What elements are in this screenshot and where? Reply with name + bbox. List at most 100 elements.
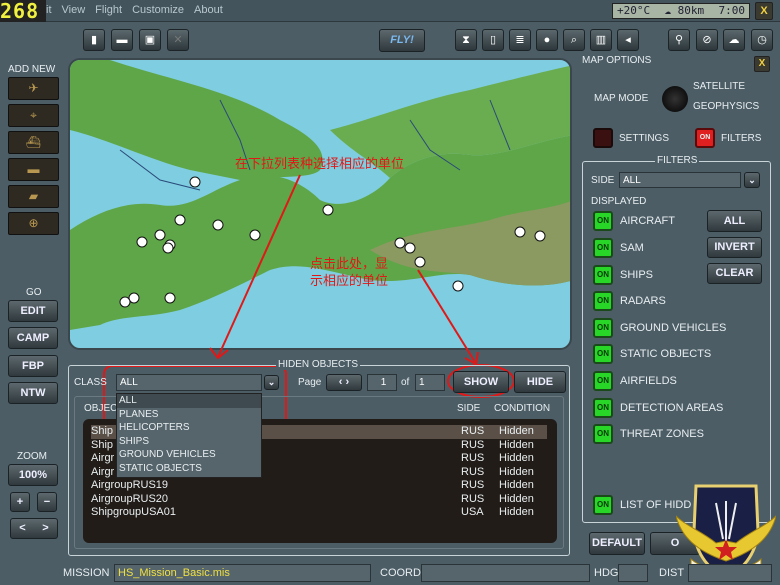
list-icon[interactable]: ≣: [509, 29, 531, 51]
logo: 268: [0, 0, 46, 22]
threat-zones-toggle[interactable]: ON: [593, 424, 613, 444]
ship-icon[interactable]: ⛴: [8, 131, 59, 154]
class-select[interactable]: ALL: [116, 374, 262, 391]
ground-vehicles-toggle[interactable]: ON: [593, 318, 613, 338]
menu-about[interactable]: About: [194, 4, 223, 16]
radars-label: RADARS: [620, 295, 666, 307]
show-annotation-line2: 示相应的单位: [310, 274, 389, 289]
ntw-button[interactable]: NTW: [8, 382, 58, 404]
prev-button[interactable]: <: [19, 519, 25, 538]
camp-button[interactable]: CAMP: [8, 327, 58, 349]
filters-toggle-label: FILTERS: [721, 133, 762, 144]
filters-title: FILTERS: [655, 155, 700, 166]
airfields-toggle[interactable]: ON: [593, 371, 613, 391]
hide-button[interactable]: HIDE: [514, 371, 566, 393]
book-icon[interactable]: ▥: [590, 29, 612, 51]
open-folder-icon[interactable]: ▬: [111, 29, 133, 51]
aircraft-icon[interactable]: ✈: [8, 77, 59, 100]
invert-button[interactable]: INVERT: [707, 237, 762, 258]
show-button[interactable]: SHOW: [453, 371, 509, 393]
document-icon[interactable]: ▯: [482, 29, 504, 51]
table-row[interactable]: AirgroupRUS20 RUS Hidden: [91, 493, 547, 507]
new-file-icon[interactable]: ▮: [83, 29, 105, 51]
all-button[interactable]: ALL: [707, 210, 762, 232]
total-pages: 1: [415, 374, 445, 391]
filters-toggle[interactable]: ON: [695, 128, 715, 148]
tank-icon[interactable]: ▰: [8, 185, 59, 208]
chevron-down-icon[interactable]: ⌄: [264, 375, 279, 390]
option-static-objects[interactable]: STATIC OBJECTS: [117, 462, 261, 476]
table-row[interactable]: ShipgroupUSA01 USA Hidden: [91, 506, 547, 520]
menu-customize[interactable]: Customize: [132, 4, 184, 16]
airfields-label: AIRFIELDS: [620, 375, 677, 387]
side-select[interactable]: ALL: [619, 172, 741, 188]
next-button[interactable]: >: [42, 519, 48, 538]
ships-toggle[interactable]: ON: [593, 265, 613, 285]
option-ground-vehicles[interactable]: GROUND VEHICLES: [117, 448, 261, 462]
page-number-field[interactable]: 1: [367, 374, 397, 391]
coord-field: [421, 564, 590, 582]
zoom-value-button[interactable]: 100%: [8, 464, 58, 486]
binoculars-icon[interactable]: ⚲: [668, 29, 690, 51]
page-label: Page: [298, 377, 322, 388]
list-hidden-toggle[interactable]: ON: [593, 495, 613, 515]
menu-edit[interactable]: it: [46, 4, 52, 16]
hidden-objects-title: HIDEN OBJECTS: [276, 359, 361, 370]
target-icon[interactable]: ⊕: [8, 212, 59, 235]
dist-field: [688, 564, 772, 582]
go-label: GO: [26, 287, 42, 298]
helicopter-icon[interactable]: ⌖: [8, 104, 59, 127]
save-icon[interactable]: ▣: [139, 29, 161, 51]
time: 7:00: [718, 4, 746, 17]
side-label: SIDE: [591, 175, 615, 186]
zoom-pager: < >: [10, 518, 58, 539]
app-close-button[interactable]: X: [755, 2, 773, 20]
option-helicopters[interactable]: HELICOPTERS: [117, 421, 261, 435]
search-doc-icon[interactable]: ⌕: [563, 29, 585, 51]
map-mode-knob[interactable]: [662, 86, 688, 112]
clock-icon[interactable]: ◷: [751, 29, 773, 51]
map-mode-label: MAP MODE: [594, 93, 649, 104]
map-options-close-button[interactable]: X: [754, 56, 770, 72]
of-label: of: [401, 377, 410, 388]
table-row[interactable]: AirgroupRUS19 RUS Hidden: [91, 479, 547, 493]
coord-label: COORD: [380, 567, 421, 579]
chevron-down-icon[interactable]: ⌄: [744, 172, 760, 188]
displayed-label: DISPLAYED: [591, 196, 647, 207]
fly-button[interactable]: FLY!: [379, 29, 425, 52]
column-object: OBJEC: [84, 403, 118, 414]
class-dropdown-list: ALL PLANES HELICOPTERS SHIPS GROUND VEHI…: [116, 393, 262, 478]
default-button[interactable]: DEFAULT: [589, 532, 645, 555]
hdg-field: [618, 564, 648, 582]
vehicle-icon[interactable]: ▬: [8, 158, 59, 181]
geophysics-option[interactable]: GEOPHYSICS: [693, 101, 759, 112]
sam-toggle[interactable]: ON: [593, 238, 613, 258]
option-planes[interactable]: PLANES: [117, 408, 261, 422]
head-icon[interactable]: ●: [536, 29, 558, 51]
map-view[interactable]: [68, 58, 572, 350]
clear-button[interactable]: CLEAR: [707, 263, 762, 284]
satellite-option[interactable]: SATELLITE: [693, 81, 745, 92]
page-pager[interactable]: ‹ ›: [326, 374, 362, 391]
hourglass-icon[interactable]: ⧗: [455, 29, 477, 51]
no-icon[interactable]: ⊘: [696, 29, 718, 51]
fbp-button[interactable]: FBP: [8, 355, 58, 377]
option-ships[interactable]: SHIPS: [117, 435, 261, 449]
static-objects-toggle[interactable]: ON: [593, 344, 613, 364]
weather-icon[interactable]: ☁: [723, 29, 745, 51]
option-all[interactable]: ALL: [117, 394, 261, 408]
mission-field[interactable]: HS_Mission_Basic.mis: [114, 564, 371, 582]
radars-toggle[interactable]: ON: [593, 291, 613, 311]
speaker-icon[interactable]: ◂: [617, 29, 639, 51]
detection-areas-label: DETECTION AREAS: [620, 402, 724, 414]
zoom-out-button[interactable]: −: [37, 492, 57, 512]
detection-areas-toggle[interactable]: ON: [593, 398, 613, 418]
close-icon[interactable]: ✕: [167, 29, 189, 51]
menu-view[interactable]: View: [62, 4, 86, 16]
settings-toggle[interactable]: [593, 128, 613, 148]
zoom-in-button[interactable]: +: [10, 492, 30, 512]
column-side: SIDE: [457, 403, 481, 414]
edit-button[interactable]: EDIT: [8, 300, 58, 322]
menu-flight[interactable]: Flight: [95, 4, 122, 16]
aircraft-toggle[interactable]: ON: [593, 211, 613, 231]
